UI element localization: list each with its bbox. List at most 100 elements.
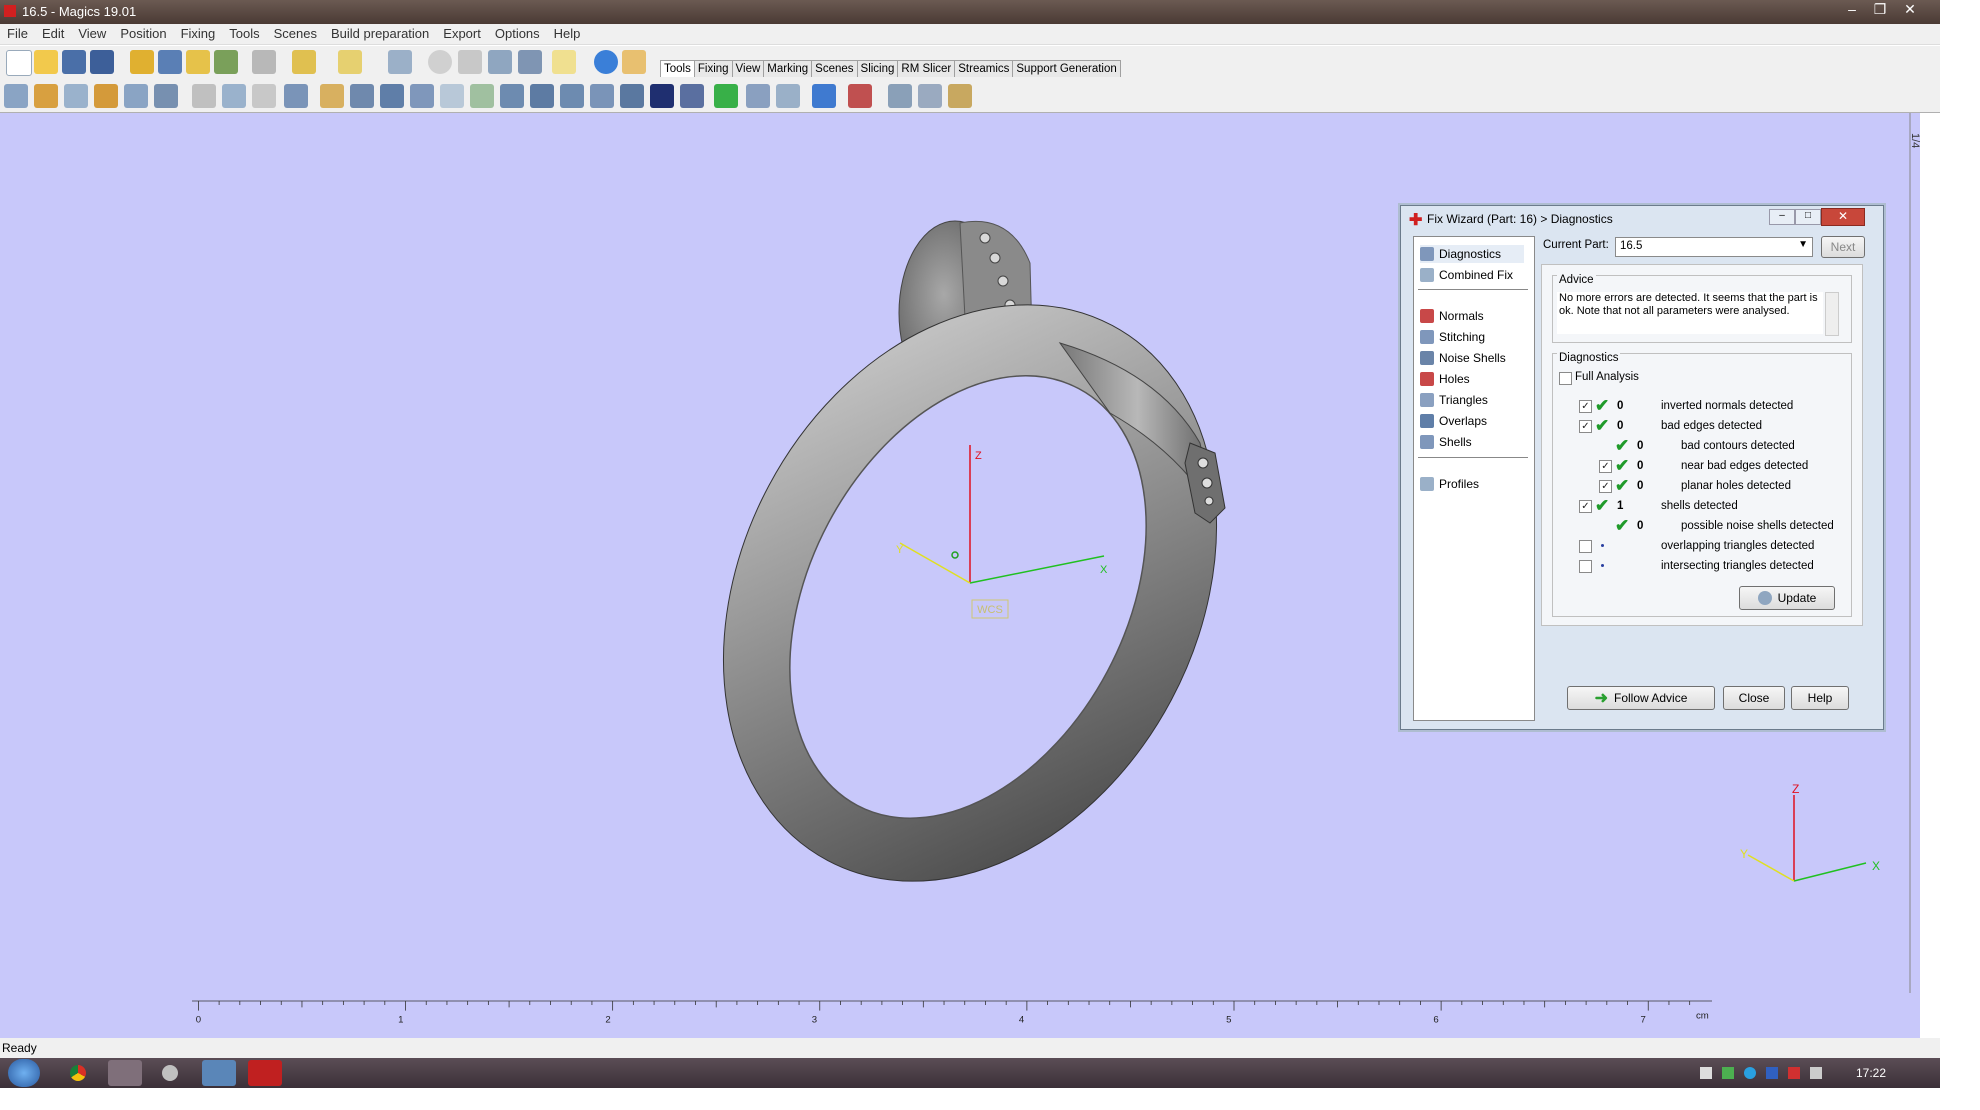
minimize-button[interactable]: – [1838, 0, 1866, 20]
section-icon[interactable] [650, 84, 674, 108]
print-icon[interactable] [252, 50, 276, 74]
menu-edit[interactable]: Edit [35, 24, 71, 43]
zoom-icon[interactable] [488, 50, 512, 74]
start-button-icon[interactable] [8, 1059, 40, 1087]
nav-combined-fix[interactable]: Combined Fix [1420, 266, 1513, 284]
part-info-icon[interactable] [812, 84, 836, 108]
explorer-icon[interactable] [108, 1060, 142, 1086]
menu-export[interactable]: Export [436, 24, 488, 43]
dialog-maximize-button[interactable]: □ [1795, 209, 1821, 225]
translate-icon[interactable] [4, 84, 28, 108]
tab-support-generation[interactable]: Support Generation [1012, 60, 1121, 77]
save-part-icon[interactable] [158, 50, 182, 74]
measure-icon[interactable] [714, 84, 738, 108]
hollow-icon[interactable] [350, 84, 374, 108]
nav-stitching[interactable]: Stitching [1420, 328, 1485, 346]
tab-streamics[interactable]: Streamics [954, 60, 1014, 77]
menu-build-preparation[interactable]: Build preparation [324, 24, 436, 43]
smooth-icon[interactable] [440, 84, 464, 108]
pdf-icon[interactable] [248, 1060, 282, 1086]
nav-noise-shells[interactable]: Noise Shells [1420, 349, 1506, 367]
overlapping-triangles-checkbox[interactable] [1579, 540, 1592, 553]
nest-icon[interactable] [154, 84, 178, 108]
nav-normals[interactable]: Normals [1420, 307, 1484, 325]
nav-triangles[interactable]: Triangles [1420, 391, 1488, 409]
redo-icon[interactable] [338, 50, 362, 74]
zoom-fit-icon[interactable] [518, 50, 542, 74]
tray-keyboard-icon[interactable] [1766, 1067, 1778, 1079]
new-file-icon[interactable] [6, 50, 32, 76]
hatch-icon[interactable] [918, 84, 942, 108]
compare-icon[interactable] [746, 84, 770, 108]
restore-button[interactable]: ❐ [1866, 0, 1894, 20]
inverted-normals-checkbox[interactable]: ✓ [1579, 400, 1592, 413]
menu-view[interactable]: View [71, 24, 113, 43]
tray-security-icon[interactable] [1788, 1067, 1800, 1079]
open-folder-icon[interactable] [34, 50, 58, 74]
save-all-icon[interactable] [90, 50, 114, 74]
menu-scenes[interactable]: Scenes [267, 24, 324, 43]
menu-tools[interactable]: Tools [222, 24, 266, 43]
nav-shells[interactable]: Shells [1420, 433, 1472, 451]
chrome-icon[interactable] [70, 1065, 86, 1081]
next-button[interactable]: Next [1821, 236, 1865, 258]
shell-icon[interactable] [530, 84, 554, 108]
mirror-icon[interactable] [94, 84, 118, 108]
tab-rm-slicer[interactable]: RM Slicer [897, 60, 956, 77]
menu-fixing[interactable]: Fixing [174, 24, 223, 43]
nav-holes[interactable]: Holes [1420, 370, 1470, 388]
align-icon[interactable] [284, 84, 308, 108]
follow-advice-button[interactable]: ➜ Follow Advice [1567, 686, 1715, 710]
copy-icon[interactable] [222, 84, 246, 108]
intersecting-triangles-checkbox[interactable] [1579, 560, 1592, 573]
wall-thickness-icon[interactable] [776, 84, 800, 108]
tab-tools[interactable]: Tools [660, 60, 695, 77]
load-icon[interactable] [186, 50, 210, 74]
scale-icon[interactable] [64, 84, 88, 108]
label-icon[interactable] [948, 84, 972, 108]
menu-help[interactable]: Help [547, 24, 588, 43]
help-button[interactable]: Help [1791, 686, 1849, 710]
paste-icon[interactable] [252, 84, 276, 108]
rotate-view-icon[interactable] [428, 50, 452, 74]
tab-view[interactable]: View [731, 60, 765, 77]
dialog-minimize-button[interactable]: – [1769, 209, 1795, 225]
full-analysis-checkbox[interactable] [1559, 372, 1572, 385]
nav-diagnostics[interactable]: Diagnostics [1420, 245, 1524, 263]
menu-options[interactable]: Options [488, 24, 547, 43]
pan-icon[interactable] [458, 50, 482, 74]
explode-icon[interactable] [888, 84, 912, 108]
perforate-icon[interactable] [470, 84, 494, 108]
magics-taskbar-icon[interactable] [202, 1060, 236, 1086]
extrude-icon[interactable] [500, 84, 524, 108]
select-icon[interactable] [388, 50, 412, 74]
context-help-icon[interactable] [622, 50, 646, 74]
dialog-close-x-button[interactable]: ✕ [1821, 208, 1865, 226]
clock[interactable]: 17:22 [1856, 1066, 1886, 1080]
tab-fixing[interactable]: Fixing [693, 60, 733, 77]
shells-checkbox[interactable]: ✓ [1579, 500, 1592, 513]
menu-file[interactable]: File [0, 24, 35, 43]
help-icon[interactable] [594, 50, 618, 74]
rotate-part-icon[interactable] [34, 84, 58, 108]
tab-scenes[interactable]: Scenes [811, 60, 858, 77]
current-part-select[interactable]: 16.5 ▼ [1615, 237, 1813, 257]
solid-icon[interactable] [680, 84, 704, 108]
tray-volume-icon[interactable] [1810, 1067, 1822, 1079]
close-button[interactable]: Close [1723, 686, 1785, 710]
menu-position[interactable]: Position [113, 24, 173, 43]
check-icon[interactable] [552, 50, 576, 74]
nav-profiles[interactable]: Profiles [1420, 475, 1479, 493]
app-icon-2[interactable] [162, 1065, 178, 1081]
tab-slicing[interactable]: Slicing [856, 60, 899, 77]
bad-edges-checkbox[interactable]: ✓ [1579, 420, 1592, 433]
fillet-icon[interactable] [590, 84, 614, 108]
unload-icon[interactable] [214, 50, 238, 74]
boolean-icon[interactable] [410, 84, 434, 108]
cut-icon[interactable] [192, 84, 216, 108]
duplicate-icon[interactable] [124, 84, 148, 108]
undo-icon[interactable] [292, 50, 316, 74]
stl-icon[interactable] [848, 84, 872, 108]
close-window-button[interactable]: ✕ [1896, 0, 1924, 20]
update-button[interactable]: Update [1739, 586, 1835, 610]
